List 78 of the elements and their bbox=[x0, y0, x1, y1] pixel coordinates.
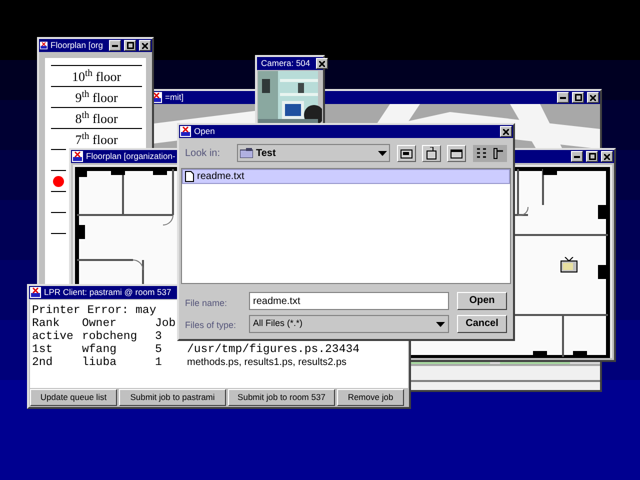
queue-button[interactable]: Submit job to pastrami bbox=[119, 389, 226, 406]
up-folder-button[interactable] bbox=[397, 144, 416, 162]
app-icon bbox=[30, 287, 41, 298]
floor-row[interactable]: 9$^{th}$ floor bbox=[51, 86, 142, 107]
table-cell: /usr/tmp/figures.ps.23434 bbox=[187, 343, 360, 356]
table-cell-text: wfang bbox=[82, 343, 118, 356]
minimize-button[interactable] bbox=[557, 92, 569, 103]
home-button[interactable] bbox=[422, 144, 441, 162]
queue-button[interactable]: Submit job to room 537 bbox=[228, 389, 335, 406]
window-title: LPR Client: pastrami @ room 537 bbox=[44, 288, 172, 297]
dropdown-arrow-icon bbox=[378, 150, 387, 156]
file-type-label: Files of type: bbox=[185, 319, 238, 332]
close-icon bbox=[604, 154, 610, 160]
close-button[interactable] bbox=[500, 126, 512, 137]
file-item[interactable]: readme.txt bbox=[182, 169, 510, 184]
minimize-icon bbox=[112, 44, 118, 46]
new-folder-button[interactable] bbox=[447, 144, 466, 162]
table-cell-text: 2nd bbox=[32, 356, 54, 369]
up-folder-icon bbox=[399, 146, 414, 160]
close-icon bbox=[319, 60, 326, 66]
column-header: Job bbox=[155, 317, 177, 330]
window-title: =mit] bbox=[165, 93, 184, 102]
floor-row[interactable]: 10$^{th}$ floor bbox=[51, 65, 142, 86]
table-cell-text: robcheng bbox=[82, 330, 138, 343]
dropdown-value: All Files (*.*) bbox=[253, 317, 304, 330]
maximize-icon bbox=[574, 94, 582, 101]
table-cell-text: 1st bbox=[32, 343, 54, 356]
close-button[interactable] bbox=[139, 40, 151, 51]
minimize-icon bbox=[574, 156, 580, 158]
column-header: Rank bbox=[32, 317, 61, 330]
window-title: Camera: 504 bbox=[261, 59, 310, 68]
file-name-label: File name: bbox=[185, 297, 228, 310]
app-icon bbox=[40, 40, 48, 51]
dialog-button[interactable]: Open bbox=[457, 292, 507, 310]
look-in-label: Look in: bbox=[185, 146, 222, 160]
queue-button[interactable]: Remove job bbox=[337, 389, 404, 406]
dialog-button[interactable]: Cancel bbox=[457, 315, 507, 333]
table-cell-text: 3 bbox=[155, 330, 163, 343]
maximize-icon bbox=[588, 153, 596, 160]
close-icon bbox=[503, 128, 509, 134]
dropdown-arrow-icon bbox=[436, 322, 445, 326]
home-icon bbox=[424, 146, 439, 160]
folder-icon bbox=[240, 148, 253, 158]
close-button[interactable] bbox=[587, 92, 599, 103]
minimize-button[interactable] bbox=[109, 40, 121, 51]
close-icon bbox=[590, 94, 596, 100]
table-cell-text: 5 bbox=[155, 343, 163, 356]
floor-row[interactable]: 8$^{th}$ floor bbox=[51, 107, 142, 128]
table-cell: methods.ps, results1.ps, results2.ps bbox=[187, 356, 347, 369]
queue-button[interactable]: Update queue list bbox=[30, 389, 117, 406]
maximize-button[interactable] bbox=[586, 151, 598, 162]
app-icon bbox=[72, 151, 83, 162]
table-cell-text: liuba bbox=[82, 356, 118, 369]
close-icon bbox=[142, 42, 148, 48]
file-name-field[interactable]: readme.txt bbox=[249, 292, 449, 310]
minimize-button[interactable] bbox=[571, 151, 583, 162]
monitor-icon[interactable] bbox=[560, 257, 578, 273]
look-in-dropdown[interactable]: Test bbox=[237, 144, 390, 162]
maximize-icon bbox=[126, 42, 134, 49]
table-cell-text: 1 bbox=[155, 356, 163, 369]
new-folder-icon bbox=[449, 146, 464, 160]
window-title: Floorplan [org bbox=[50, 41, 103, 50]
app-icon bbox=[180, 126, 191, 137]
close-button[interactable] bbox=[316, 58, 328, 69]
dropdown-value: Test bbox=[256, 146, 277, 160]
table-cell-text: active bbox=[32, 330, 74, 343]
list-view-icon bbox=[476, 148, 487, 158]
window-title: Floorplan [organization- bbox=[86, 152, 176, 161]
file-type-dropdown[interactable]: All Files (*.*) bbox=[249, 315, 449, 333]
status-text: Printer Error: may bbox=[32, 304, 158, 317]
minimize-icon bbox=[560, 96, 566, 98]
document-icon bbox=[185, 171, 194, 182]
details-view-icon bbox=[493, 148, 504, 158]
maximize-button[interactable] bbox=[124, 40, 136, 51]
maximize-button[interactable] bbox=[572, 92, 584, 103]
column-header: Owner bbox=[82, 317, 118, 330]
window-title: Open bbox=[194, 127, 215, 136]
close-button[interactable] bbox=[601, 151, 613, 162]
